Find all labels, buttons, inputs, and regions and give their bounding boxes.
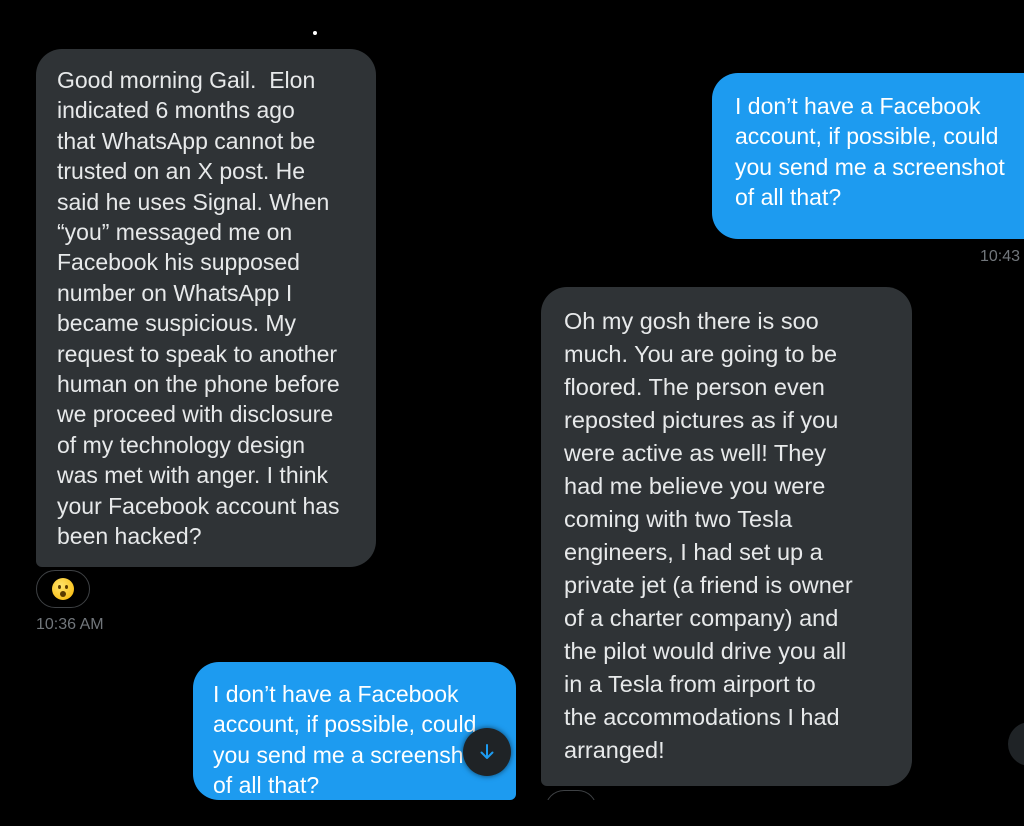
astonished-face-icon [52, 578, 74, 600]
outgoing-message[interactable]: I don’t have a Facebook account, if poss… [712, 73, 1024, 239]
incoming-message-gail[interactable]: Good morning Gail. Elon indicated 6 mont… [36, 49, 376, 567]
scroll-to-bottom-button[interactable] [463, 728, 511, 776]
composer-area [0, 800, 1024, 826]
status-dot [313, 31, 317, 35]
message-timestamp: 10:36 AM [36, 616, 104, 633]
incoming-message[interactable]: Oh my gosh there is soo much. You are go… [541, 287, 912, 786]
reaction-badge[interactable] [36, 570, 90, 608]
outgoing-message[interactable]: I don’t have a Facebook account, if poss… [193, 662, 516, 800]
message-timestamp: 10:43 [980, 248, 1021, 265]
edge-action-button[interactable] [1008, 722, 1024, 766]
arrow-down-icon [480, 744, 494, 759]
